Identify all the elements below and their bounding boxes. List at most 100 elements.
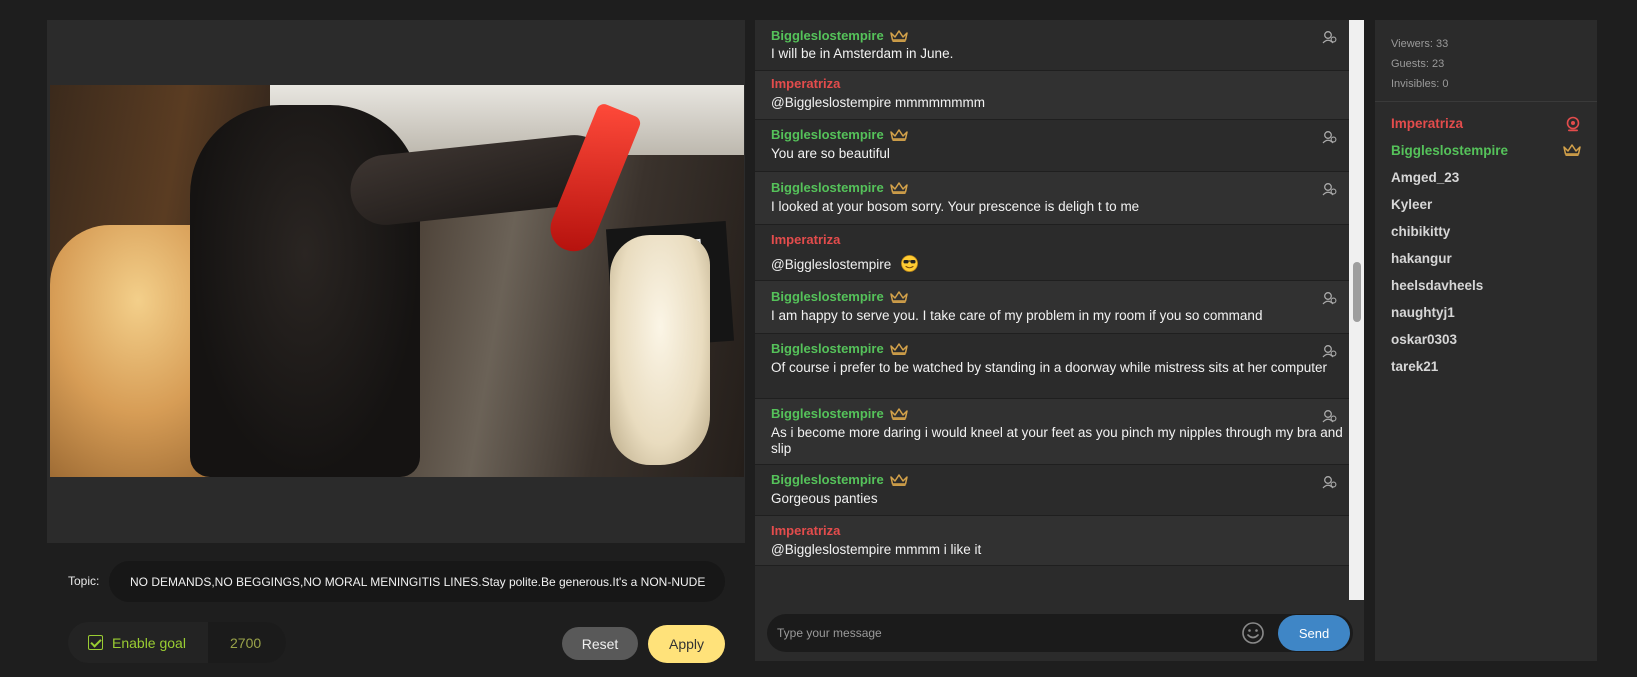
chat-message-text: @Biggleslostempire mmmm i like it [771,542,1349,558]
chat-username[interactable]: Biggleslostempire [771,28,908,43]
chat-input-bar: Send [767,614,1353,652]
user-list-item[interactable]: Biggleslostempire [1375,142,1597,169]
chat-username[interactable]: Biggleslostempire [771,472,908,487]
chat-message-text: Gorgeous panties [771,491,1349,507]
user-list-item[interactable]: Amged_23 [1375,169,1597,196]
crown-icon [1563,144,1581,156]
user-name: Kyleer [1391,197,1433,212]
users-panel: Viewers: 33 Guests: 23 Invisibles: 0 Imp… [1375,20,1597,661]
chat-username-text: Biggleslostempire [771,289,884,304]
chat-message: Imperatriza @Biggleslostempire mmmm i lik… [755,516,1349,566]
chat-username-text: Biggleslostempire [771,180,884,195]
chat-message-body: I looked at your bosom sorry. Your presc… [771,199,1140,214]
chat-username[interactable]: Biggleslostempire [771,180,908,195]
chat-message-text: As i become more daring i would kneel at… [771,425,1349,457]
chat-message-list[interactable]: Biggleslostempire I will be in Amsterdam … [755,20,1349,600]
user-info-icon[interactable] [1322,182,1337,196]
chat-message-body: Gorgeous panties [771,491,878,506]
chat-username-text: Imperatriza [771,523,841,538]
chat-message-body: As i become more daring i would kneel at… [771,425,1343,456]
user-list-item[interactable]: hakangur [1375,250,1597,277]
sunglasses-emoji-icon [901,255,919,272]
goal-amount-input[interactable]: 2700 [208,622,286,663]
user-info-icon[interactable] [1322,291,1337,305]
chat-message: Biggleslostempire As i become more daring… [755,399,1349,465]
reset-button[interactable]: Reset [562,627,638,660]
user-info-icon[interactable] [1322,409,1337,423]
guests-count: Guests: 23 [1391,58,1445,70]
goal-control: Enable goal 2700 [68,622,286,663]
message-input[interactable] [777,614,1217,652]
user-info-icon[interactable] [1322,344,1337,358]
user-name: Biggleslostempire [1391,143,1509,158]
chat-message: Biggleslostempire I will be in Amsterdam … [755,20,1349,71]
user-list-item[interactable]: Imperatriza [1375,115,1597,142]
chat-message: Biggleslostempire Gorgeous panties [755,465,1349,516]
user-info-icon[interactable] [1322,130,1337,144]
chat-scrollbar-thumb[interactable] [1353,262,1361,322]
chat-message-body: @Biggleslostempire mmmm i like it [771,542,982,557]
chat-username[interactable]: Biggleslostempire [771,289,908,304]
crown-icon [889,29,908,42]
topic-text: NO DEMANDS,NO BEGGINGS,NO MORAL MENINGIT… [109,561,725,602]
user-name: heelsdavheels [1391,278,1484,293]
chat-message: Biggleslostempire I looked at your bosom … [755,172,1349,225]
crown-icon [889,473,908,486]
goal-checkbox[interactable] [88,635,103,650]
chat-username[interactable]: Biggleslostempire [771,127,908,142]
user-name: hakangur [1391,251,1452,266]
user-list-item[interactable]: heelsdavheels [1375,277,1597,304]
user-name: Amged_23 [1391,170,1460,185]
chat-username-text: Biggleslostempire [771,406,884,421]
chat-username-text: Biggleslostempire [771,472,884,487]
smiley-icon[interactable] [1241,621,1265,645]
video-cloth [610,235,710,465]
video-stream[interactable]: NOTECTTED [50,85,744,477]
chat-message-text: I am happy to serve you. I take care of … [771,308,1349,324]
user-name: chibikitty [1391,224,1451,239]
enable-goal-toggle[interactable]: Enable goal [68,622,208,663]
user-info-icon[interactable] [1322,475,1337,489]
chat-username[interactable]: Biggleslostempire [771,341,908,356]
chat-message-body: @Biggleslostempire mmmmmmmm [771,95,985,110]
crown-icon [889,407,908,420]
chat-username-text: Biggleslostempire [771,127,884,142]
chat-message-body: @Biggleslostempire [771,257,892,272]
user-list-item[interactable]: naughtyj1 [1375,304,1597,331]
user-badge [1565,116,1581,136]
chat-message-body: You are so beautiful [771,146,890,161]
user-list-item[interactable]: Kyleer [1375,196,1597,223]
webcam-icon [1566,116,1580,132]
chat-message-text: You are so beautiful [771,146,1349,162]
chat-username[interactable]: Biggleslostempire [771,406,908,421]
chat-message: Biggleslostempire Of course i prefer to b… [755,334,1349,399]
user-name: tarek21 [1391,359,1439,374]
chat-message: Imperatriza @Biggleslostempire mmmmmmmm [755,71,1349,120]
chat-username[interactable]: Imperatriza [771,232,840,247]
video-panel: NOTECTTED [47,20,745,543]
crown-icon [889,342,908,355]
user-list-item[interactable]: chibikitty [1375,223,1597,250]
chat-message-text: I will be in Amsterdam in June. [771,46,1349,62]
crown-icon [889,181,908,194]
user-name: oskar0303 [1391,332,1458,347]
chat-scrollbar[interactable] [1349,20,1364,600]
chat-panel: Biggleslostempire I will be in Amsterdam … [755,20,1364,661]
user-info-icon[interactable] [1322,30,1337,44]
apply-button[interactable]: Apply [648,625,725,663]
chat-username[interactable]: Imperatriza [771,76,840,91]
user-list-item[interactable]: oskar0303 [1375,331,1597,358]
chat-username-text: Biggleslostempire [771,28,884,43]
chat-username[interactable]: Imperatriza [771,523,840,538]
send-button[interactable]: Send [1278,615,1350,651]
chat-message-body: Of course i prefer to be watched by stan… [771,360,1328,375]
chat-message-text: @Biggleslostempire [771,255,1349,273]
chat-message-text: @Biggleslostempire mmmmmmmm [771,95,1349,111]
chat-message: Imperatriza @Biggleslostempire [755,225,1349,281]
crown-icon [889,290,908,303]
chat-message: Biggleslostempire I am happy to serve you… [755,281,1349,334]
user-list-item[interactable]: tarek21 [1375,358,1597,385]
crown-icon [889,128,908,141]
chat-message: Biggleslostempire You are so beautiful [755,120,1349,172]
chat-message-body: I will be in Amsterdam in June. [771,46,954,61]
